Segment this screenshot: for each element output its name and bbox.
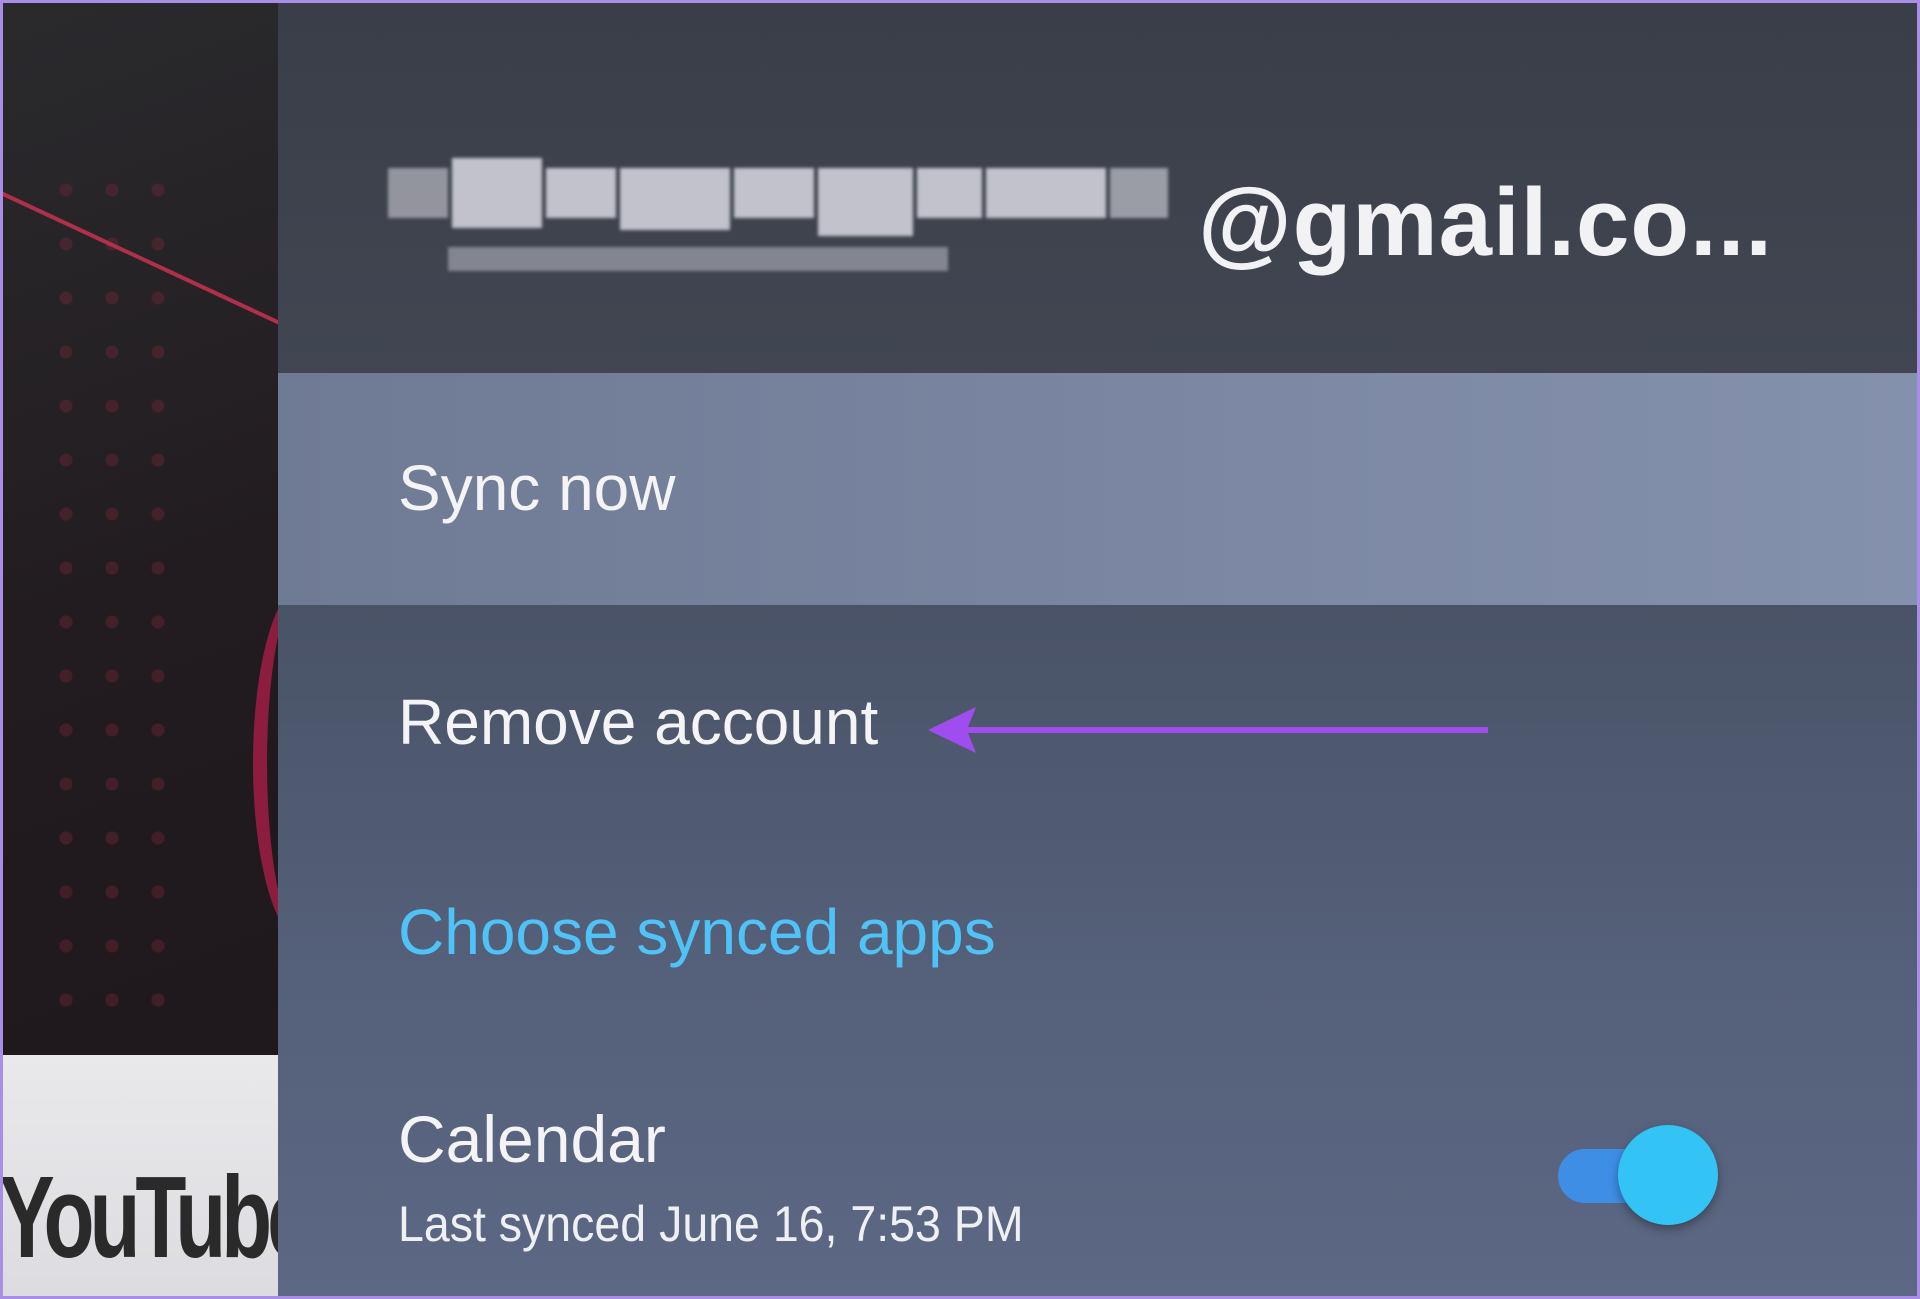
calendar-sync-toggle[interactable] [1558,1125,1728,1225]
account-settings-panel: @gmail.co... Sync now Remove account Cho… [278,3,1917,1296]
decorative-dots [43,163,183,1043]
youtube-app-tile[interactable]: YouTube [3,1055,288,1296]
screen: YouTube @gmail.co... Sync now Remove acc… [0,0,1920,1299]
account-email: @gmail.co... [1198,169,1774,276]
sync-now-label: Sync now [398,452,676,524]
choose-synced-apps-label: Choose synced apps [398,896,996,968]
arrow-left-icon [928,707,1488,753]
remove-account-label: Remove account [398,686,879,758]
youtube-logo: YouTube [3,1152,288,1282]
account-header: @gmail.co... [278,3,1917,373]
calendar-title: Calendar [398,1102,666,1176]
redacted-email-username [388,158,1188,278]
calendar-sync-item[interactable]: Calendar Last synced June 16, 7:53 PM [278,1063,1917,1296]
sync-now-item[interactable]: Sync now [278,373,1917,605]
toggle-thumb [1618,1125,1718,1225]
remove-account-item[interactable]: Remove account [278,605,1917,825]
calendar-last-synced: Last synced June 16, 7:53 PM [398,1196,1024,1252]
choose-synced-apps-item[interactable]: Choose synced apps [278,825,1917,1025]
background-app-preview: YouTube [3,3,288,1296]
